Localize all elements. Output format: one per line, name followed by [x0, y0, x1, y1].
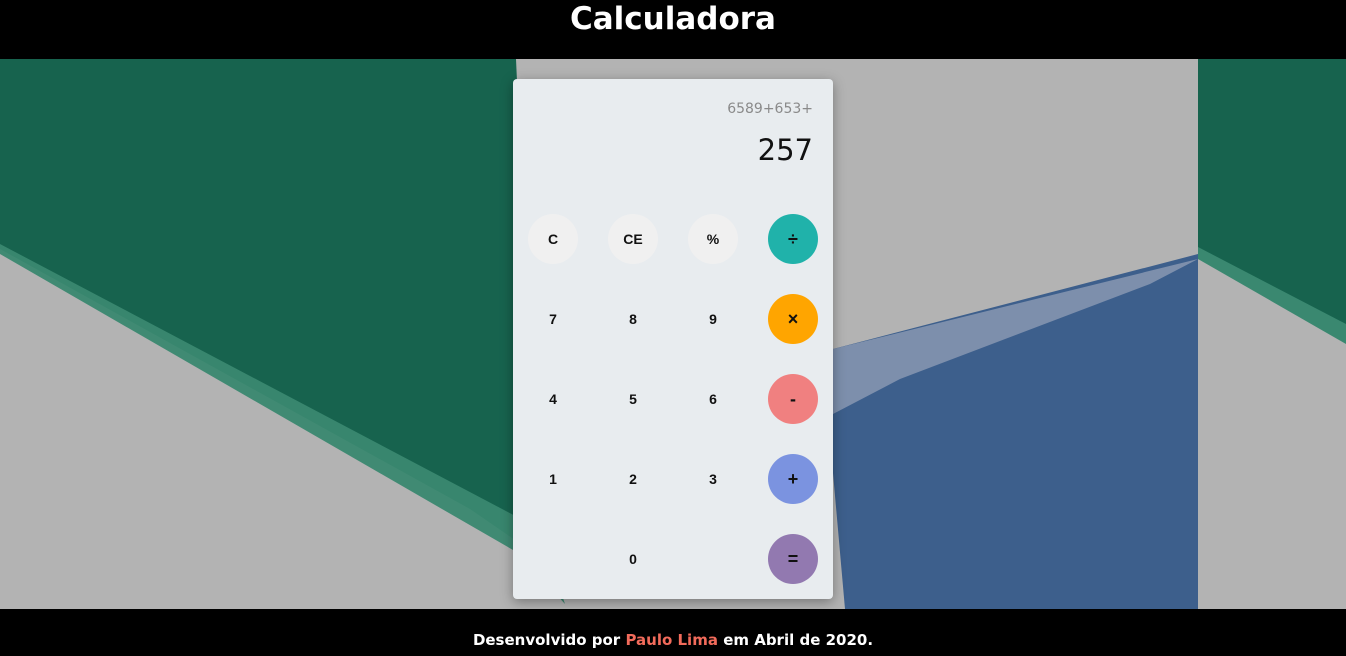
- five-button[interactable]: 5: [608, 374, 658, 424]
- author-name: Paulo Lima: [625, 631, 718, 649]
- page-title: Calculadora: [570, 1, 776, 37]
- six-button[interactable]: 6: [688, 374, 738, 424]
- page-footer: Desenvolvido por Paulo Lima em Abril de …: [0, 609, 1346, 656]
- one-button[interactable]: 1: [528, 454, 578, 504]
- two-button[interactable]: 2: [608, 454, 658, 504]
- seven-button[interactable]: 7: [528, 294, 578, 344]
- history-display: 6589+653+: [727, 101, 813, 117]
- four-button[interactable]: 4: [528, 374, 578, 424]
- calculator: 6589+653+ 257 C CE % ÷ 7 8 9 × 4 5 6 - 1…: [513, 79, 833, 599]
- add-button[interactable]: +: [768, 454, 818, 504]
- nine-button[interactable]: 9: [688, 294, 738, 344]
- eight-button[interactable]: 8: [608, 294, 658, 344]
- divide-button[interactable]: ÷: [768, 214, 818, 264]
- page-header: Calculadora: [0, 0, 1346, 59]
- clear-entry-button[interactable]: CE: [608, 214, 658, 264]
- zero-button[interactable]: 0: [608, 534, 658, 584]
- percent-button[interactable]: %: [688, 214, 738, 264]
- multiply-button[interactable]: ×: [768, 294, 818, 344]
- footer-suffix: em Abril de 2020.: [723, 631, 874, 649]
- footer-prefix: Desenvolvido por: [472, 631, 621, 649]
- three-button[interactable]: 3: [688, 454, 738, 504]
- clear-button[interactable]: C: [528, 214, 578, 264]
- subtract-button[interactable]: -: [768, 374, 818, 424]
- equals-button[interactable]: =: [768, 534, 818, 584]
- result-display: 257: [757, 133, 813, 167]
